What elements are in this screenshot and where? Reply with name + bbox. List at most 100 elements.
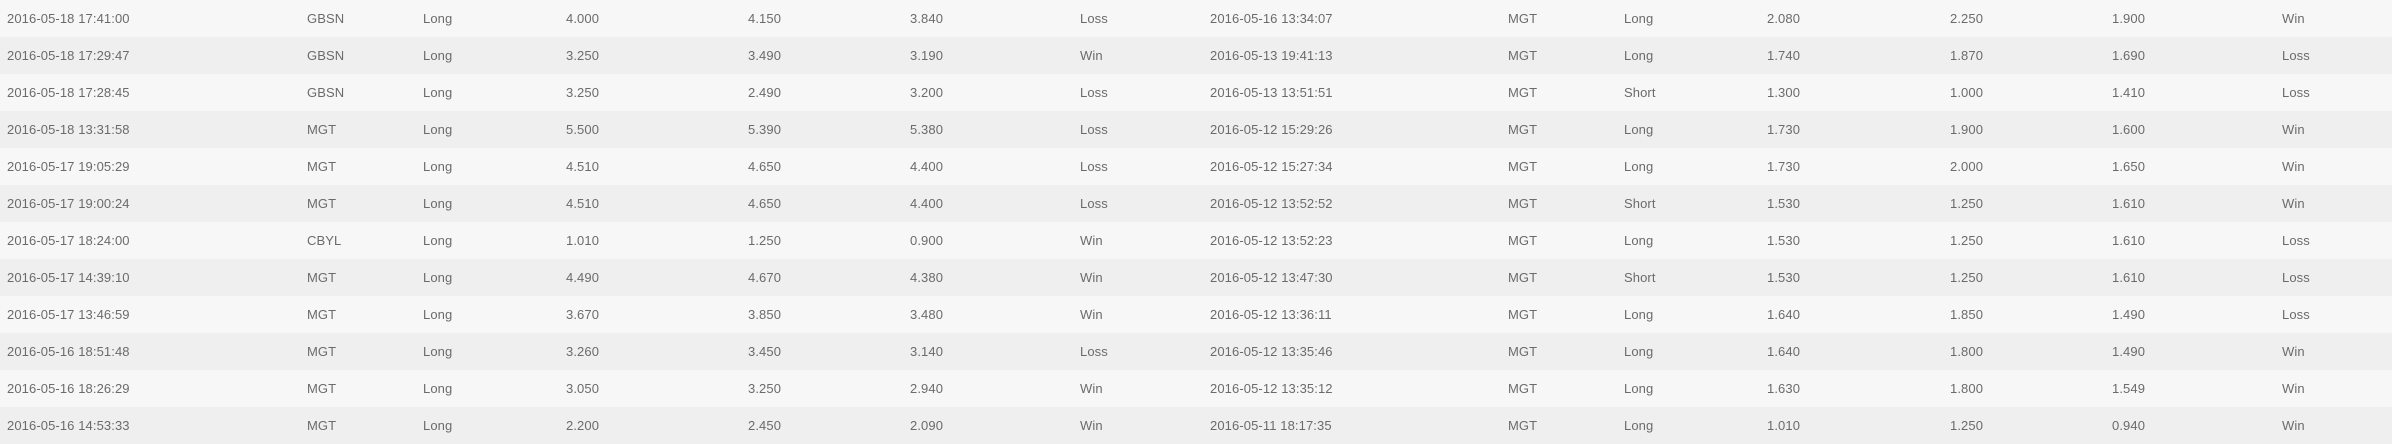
right-target-cell: 1.250 [1950,270,1984,285]
right-symbol-cell: MGT [1508,418,1538,433]
right-direction-cell: Long [1624,159,1654,174]
left-stop-cell: 5.380 [910,122,944,137]
left-symbol-cell: MGT [307,196,337,211]
left-direction-cell: Long [423,381,453,396]
left-symbol-cell: MGT [307,344,337,359]
right-date-cell: 2016-05-13 13:51:51 [1210,85,1333,100]
right-entry-cell: 1.740 [1767,48,1801,63]
left-date-cell: 2016-05-17 14:39:10 [7,270,130,285]
right-result-cell: Win [2282,159,2305,174]
left-date-cell: 2016-05-18 17:41:00 [7,11,130,26]
right-symbol-cell: MGT [1508,233,1538,248]
left-target-cell: 3.250 [748,381,782,396]
right-symbol-cell: MGT [1508,270,1538,285]
right-symbol-cell: MGT [1508,307,1538,322]
table-row: 2016-05-17 18:24:00 CBYL Long 1.010 1.250 0.9… [0,222,2392,259]
left-target-cell: 3.450 [748,344,782,359]
left-entry-cell: 2.200 [566,418,600,433]
right-date-cell: 2016-05-12 15:27:34 [1210,159,1333,174]
left-direction-cell: Long [423,159,453,174]
right-stop-cell: 1.549 [2112,381,2146,396]
left-result-cell: Win [1080,418,1103,433]
right-symbol-cell: MGT [1508,48,1538,63]
left-result-cell: Loss [1080,11,1108,26]
left-stop-cell: 3.480 [910,307,944,322]
left-entry-cell: 3.050 [566,381,600,396]
left-symbol-cell: CBYL [307,233,342,248]
right-stop-cell: 0.940 [2112,418,2146,433]
left-stop-cell: 2.940 [910,381,944,396]
right-stop-cell: 1.690 [2112,48,2146,63]
right-date-cell: 2016-05-12 13:35:12 [1210,381,1333,396]
left-entry-cell: 1.010 [566,233,600,248]
left-stop-cell: 2.090 [910,418,944,433]
right-target-cell: 2.000 [1950,159,1984,174]
right-direction-cell: Long [1624,122,1654,137]
left-result-cell: Loss [1080,159,1108,174]
right-stop-cell: 1.610 [2112,270,2146,285]
right-date-cell: 2016-05-12 13:35:46 [1210,344,1333,359]
left-symbol-cell: GBSN [307,85,345,100]
right-symbol-cell: MGT [1508,11,1538,26]
right-target-cell: 1.900 [1950,122,1984,137]
left-result-cell: Win [1080,48,1103,63]
left-date-cell: 2016-05-18 17:28:45 [7,85,130,100]
left-target-cell: 4.650 [748,159,782,174]
left-date-cell: 2016-05-18 17:29:47 [7,48,130,63]
left-symbol-cell: MGT [307,418,337,433]
left-direction-cell: Long [423,307,453,322]
right-entry-cell: 1.640 [1767,307,1801,322]
right-result-cell: Win [2282,11,2305,26]
right-stop-cell: 1.610 [2112,196,2146,211]
table-row: 2016-05-17 19:00:24 MGT Long 4.510 4.650 4.40… [0,185,2392,222]
left-symbol-cell: MGT [307,381,337,396]
right-symbol-cell: MGT [1508,85,1538,100]
right-date-cell: 2016-05-11 18:17:35 [1210,418,1332,433]
left-symbol-cell: MGT [307,307,337,322]
left-stop-cell: 4.400 [910,196,944,211]
right-result-cell: Win [2282,196,2305,211]
right-direction-cell: Long [1624,344,1654,359]
left-entry-cell: 3.250 [566,85,600,100]
table-row: 2016-05-18 13:31:58 MGT Long 5.500 5.390 5.38… [0,111,2392,148]
left-stop-cell: 3.190 [910,48,944,63]
right-stop-cell: 1.650 [2112,159,2146,174]
left-target-cell: 1.250 [748,233,782,248]
right-date-cell: 2016-05-12 13:52:23 [1210,233,1333,248]
left-direction-cell: Long [423,270,453,285]
right-stop-cell: 1.900 [2112,11,2146,26]
right-stop-cell: 1.610 [2112,233,2146,248]
right-entry-cell: 1.730 [1767,159,1801,174]
table-row: 2016-05-16 18:26:29 MGT Long 3.050 3.250 2.94… [0,370,2392,407]
left-symbol-cell: MGT [307,159,337,174]
left-symbol-cell: GBSN [307,11,345,26]
right-target-cell: 1.250 [1950,233,1984,248]
right-target-cell: 1.000 [1950,85,1984,100]
right-direction-cell: Short [1624,196,1656,211]
left-result-cell: Win [1080,307,1103,322]
right-result-cell: Win [2282,344,2305,359]
left-entry-cell: 4.510 [566,159,600,174]
right-date-cell: 2016-05-16 13:34:07 [1210,11,1333,26]
trades-table-body: 2016-05-18 17:41:00 GBSN Long 4.000 4.150 3.8… [0,0,2392,444]
right-target-cell: 2.250 [1950,11,1984,26]
right-entry-cell: 1.300 [1767,85,1801,100]
trades-table: 2016-05-18 17:41:00 GBSN Long 4.000 4.150 3.8… [0,0,2392,444]
right-direction-cell: Long [1624,307,1654,322]
left-stop-cell: 4.380 [910,270,944,285]
left-stop-cell: 3.840 [910,11,944,26]
left-target-cell: 2.450 [748,418,782,433]
right-direction-cell: Long [1624,11,1654,26]
left-result-cell: Win [1080,381,1103,396]
right-result-cell: Loss [2282,307,2310,322]
right-target-cell: 1.800 [1950,344,1984,359]
right-target-cell: 1.250 [1950,418,1984,433]
left-symbol-cell: GBSN [307,48,345,63]
right-target-cell: 1.850 [1950,307,1984,322]
right-entry-cell: 1.010 [1767,418,1801,433]
right-result-cell: Loss [2282,85,2310,100]
left-direction-cell: Long [423,122,453,137]
right-result-cell: Win [2282,418,2305,433]
left-date-cell: 2016-05-16 18:51:48 [7,344,130,359]
left-entry-cell: 4.490 [566,270,600,285]
